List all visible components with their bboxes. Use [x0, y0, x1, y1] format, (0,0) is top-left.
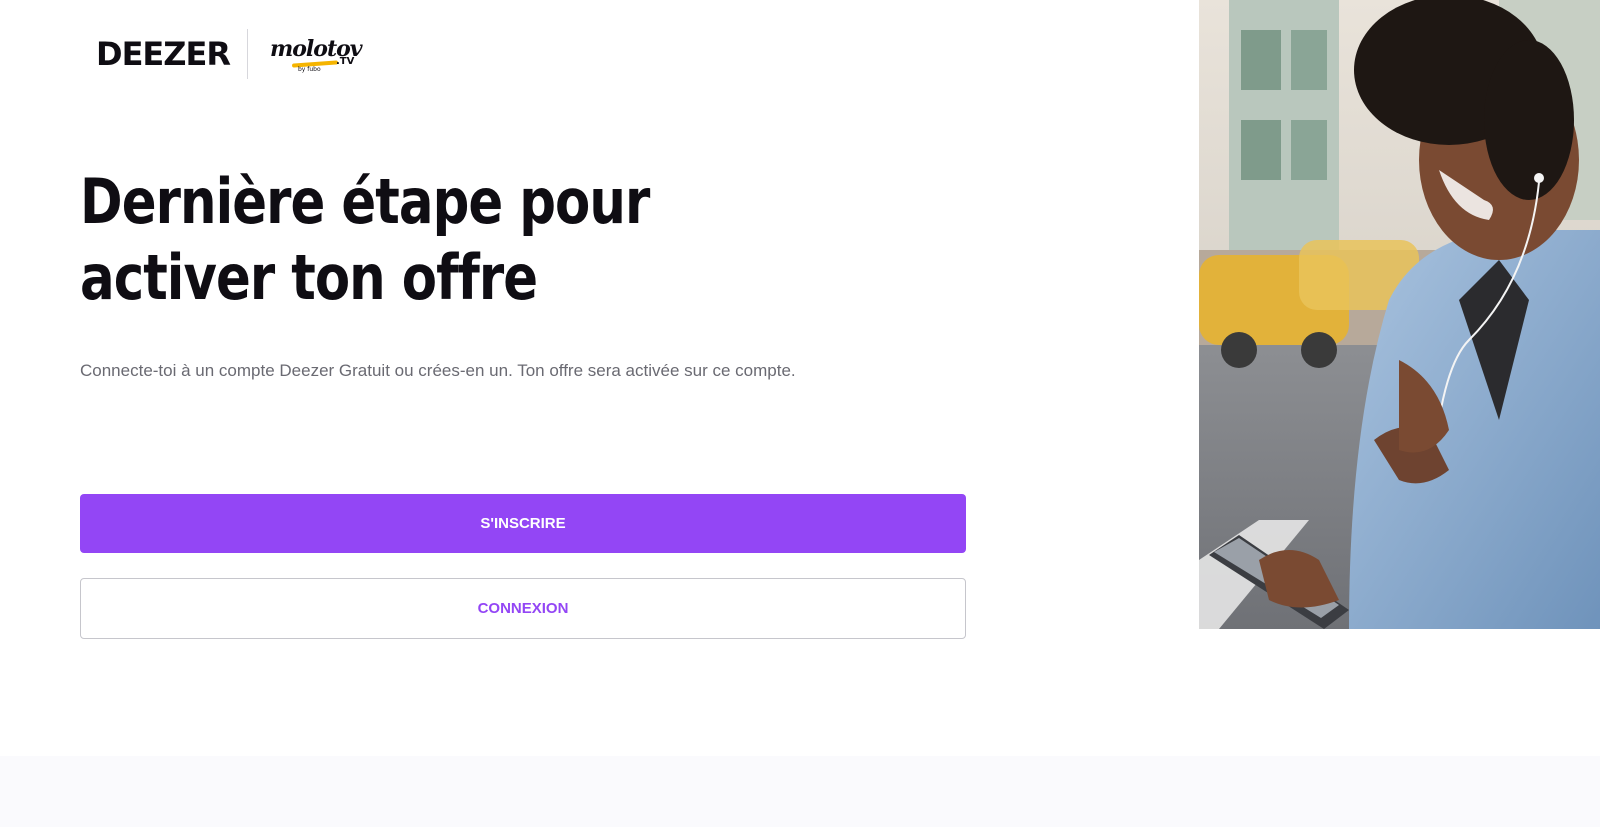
footer-band: [0, 756, 1600, 827]
page-header: DEEZER molotov .TV by fubo: [96, 28, 363, 80]
logo-divider: [246, 29, 248, 79]
deezer-logo[interactable]: DEEZER: [96, 38, 231, 70]
signup-button[interactable]: S'INSCRIRE: [80, 494, 966, 553]
molotov-logo: molotov .TV by fubo: [269, 36, 363, 73]
hero-image: [1199, 0, 1600, 629]
page-title: Dernière étape pour activer ton offre: [80, 165, 650, 314]
login-button[interactable]: CONNEXION: [80, 578, 966, 639]
page-subtitle: Connecte-toi à un compte Deezer Gratuit …: [80, 361, 796, 380]
